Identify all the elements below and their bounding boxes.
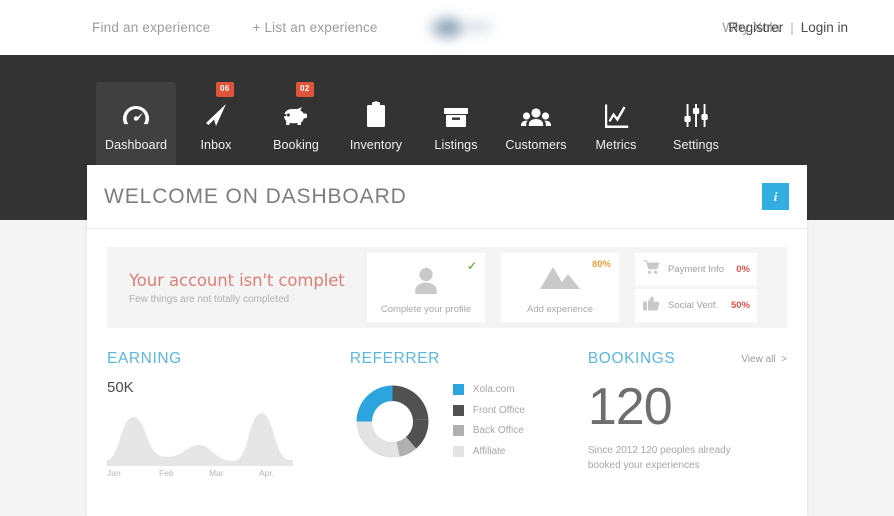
nav-label-listings: Listings (434, 138, 478, 152)
nav-label-dashboard: Dashboard (104, 138, 168, 152)
nav-item-inbox[interactable]: 06 Inbox (176, 82, 256, 168)
auth-separator: | (790, 20, 794, 35)
social-verif-value: 50% (730, 300, 750, 311)
add-experience-percent: 80% (591, 259, 611, 270)
dashboard-gauge-icon (121, 99, 151, 129)
payment-info-label: Payment Info (668, 264, 724, 275)
legend-label-affiliate: Affiliate (472, 445, 506, 457)
site-logo[interactable] (405, 3, 510, 51)
payment-info-value: 0% (736, 264, 750, 275)
booking-badge: 02 (296, 82, 314, 97)
register-link[interactable]: Registrer (728, 20, 783, 35)
referrer-body: Xola.com Front Office Back Office Affili… (350, 379, 588, 464)
social-verif-label: Social Verif. (668, 300, 719, 311)
box-icon (442, 99, 470, 129)
social-verif-row[interactable]: Social Verif. 50% (635, 289, 757, 322)
legend-item-back-office: Back Office (452, 425, 525, 436)
people-icon (520, 99, 552, 129)
earning-title: EARNING (107, 350, 182, 367)
account-completion-strip: Your account isn't complet Few things ar… (107, 247, 787, 328)
dashboard-panel: WELCOME ON DASHBOARD i Your account isn'… (87, 165, 807, 516)
inbox-badge: 06 (216, 82, 234, 97)
mountain-icon (538, 265, 582, 298)
legend-item-affiliate: Affiliate (452, 445, 525, 457)
earning-tick-feb: Feb (159, 468, 174, 478)
sliders-icon (682, 99, 710, 129)
view-all-link[interactable]: View all > (741, 354, 787, 365)
logo-image (414, 7, 501, 47)
legend-item-front-office: Front Office (452, 404, 525, 416)
earning-tick-mar: Mar (209, 468, 224, 478)
referrer-legend: Xola.com Front Office Back Office Affili… (452, 384, 525, 464)
auth-links: Registrer | Login in (728, 0, 848, 55)
app-nav-items: Dashboard 06 Inbox 02 Booking Inventory … (96, 82, 736, 195)
complete-profile-card[interactable]: ✓ Complete your profile (367, 253, 485, 322)
earning-value: 50K (107, 379, 134, 396)
nav-find-an-experience[interactable]: Find an experience (92, 20, 210, 35)
app-screen: Find an experience + List an experience … (0, 0, 894, 516)
legend-swatch-affiliate (452, 445, 464, 457)
referrer-title: REFERRER (349, 350, 440, 367)
nav-label-metrics: Metrics (595, 138, 637, 152)
donut-slice-xola (356, 385, 393, 422)
nav-item-customers[interactable]: Customers (496, 82, 576, 168)
line-chart-icon (602, 99, 630, 129)
piggy-bank-icon (281, 99, 311, 129)
chevron-right-icon: > (778, 354, 787, 365)
page-title: WELCOME ON DASHBOARD (104, 184, 407, 208)
earning-x-axis: Jan Feb Mar Apr. (107, 468, 293, 478)
earning-area-chart (107, 404, 293, 466)
clipboard-icon (365, 99, 387, 129)
nav-list-an-experience[interactable]: + List an experience (252, 20, 377, 35)
thumbs-up-icon (643, 295, 660, 316)
nav-label-booking: Booking (273, 138, 319, 152)
nav-item-metrics[interactable]: Metrics (576, 82, 656, 168)
nav-label-settings: Settings (673, 138, 719, 152)
account-completion-heading: Your account isn't complet (129, 270, 345, 290)
panel-header: WELCOME ON DASHBOARD i (87, 165, 807, 229)
legend-label-back-office: Back Office (472, 425, 524, 436)
nav-item-booking[interactable]: 02 Booking (256, 82, 336, 168)
donut-slice-front-office (392, 385, 429, 421)
nav-label-inbox: Inbox (200, 138, 232, 152)
referrer-widget: REFERRER Xola.com Front Office Back Offi… (350, 350, 588, 478)
view-all-label: View all (741, 354, 776, 365)
referrer-donut-chart (350, 379, 435, 464)
account-completion-text: Your account isn't complet Few things ar… (129, 271, 367, 305)
complete-profile-label: Complete your profile (380, 304, 472, 315)
nav-item-settings[interactable]: Settings (656, 82, 736, 168)
legend-swatch-front-office (452, 404, 464, 416)
info-icon[interactable]: i (762, 183, 789, 210)
bookings-widget: BOOKINGS View all > 120 Since 2012 120 p… (588, 350, 787, 478)
nav-item-dashboard[interactable]: Dashboard (96, 82, 176, 195)
legend-swatch-back-office (452, 425, 464, 436)
nav-item-listings[interactable]: Listings (416, 82, 496, 168)
payment-info-row[interactable]: Payment Info 0% (635, 253, 757, 286)
check-icon: ✓ (466, 259, 477, 273)
donut-slice-affiliate (356, 421, 400, 458)
account-task-rows: Payment Info 0% Social Verif. 50% (635, 253, 757, 322)
bookings-count: 120 (587, 378, 673, 436)
user-avatar-icon (410, 265, 442, 302)
paper-plane-icon (202, 99, 230, 129)
nav-item-inventory[interactable]: Inventory (336, 82, 416, 168)
legend-label-front-office: Front Office (472, 404, 525, 416)
legend-label-xola: Xola.com (472, 384, 515, 395)
dashboard-widgets: EARNING 50K Jan Feb Mar Apr. REFERRER Xo… (87, 350, 807, 478)
login-link[interactable]: Login in (801, 20, 848, 35)
nav-label-inventory: Inventory (349, 138, 403, 152)
public-header: Find an experience + List an experience … (0, 0, 894, 55)
legend-item-xola: Xola.com (452, 384, 525, 395)
shopping-cart-icon (643, 260, 660, 279)
bookings-description: Since 2012 120 peoples already booked yo… (587, 445, 731, 471)
account-completion-subheading: Few things are not totally completed (129, 293, 290, 305)
earning-widget: EARNING 50K Jan Feb Mar Apr. (107, 350, 350, 478)
earning-tick-apr: Apr. (259, 468, 275, 478)
earning-tick-jan: Jan (107, 468, 121, 478)
nav-label-customers: Customers (505, 138, 567, 152)
legend-swatch-xola (452, 384, 464, 395)
add-experience-card[interactable]: 80% Add experience (501, 253, 619, 322)
add-experience-label: Add experience (526, 304, 594, 315)
public-nav-links: Find an experience + List an experience (92, 20, 378, 35)
